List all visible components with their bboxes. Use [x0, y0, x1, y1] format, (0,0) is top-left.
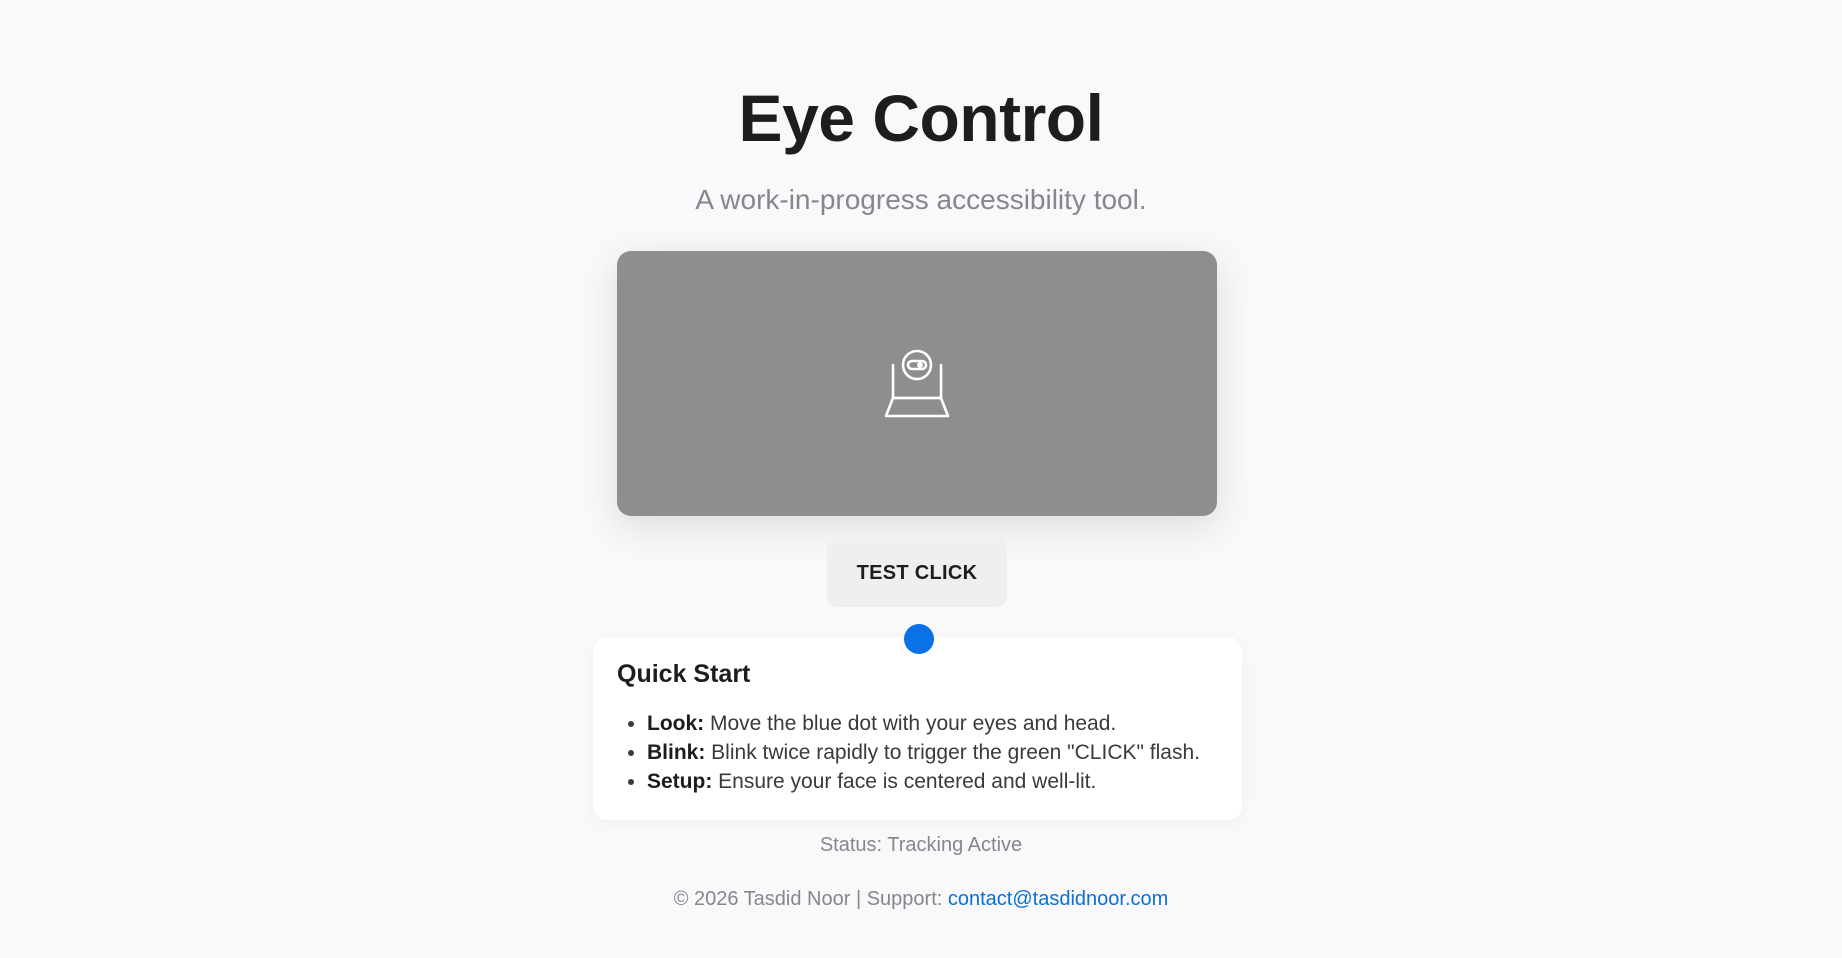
- list-item-term: Blink:: [647, 741, 706, 764]
- test-click-button[interactable]: TEST CLICK: [827, 539, 1007, 607]
- footer: © 2026 Tasdid Noor | Support: contact@ta…: [0, 885, 1842, 913]
- gaze-cursor-dot: [904, 624, 934, 654]
- list-item: Setup: Ensure your face is centered and …: [647, 767, 1200, 796]
- list-item-text: Ensure your face is centered and well-li…: [712, 770, 1097, 793]
- quick-start-card: Quick Start Look: Move the blue dot with…: [593, 637, 1242, 820]
- support-email-link[interactable]: contact@tasdidnoor.com: [948, 888, 1168, 910]
- status-text: Status: Tracking Active: [819, 834, 1023, 856]
- list-item-term: Setup:: [647, 770, 713, 793]
- list-item-text: Move the blue dot with your eyes and hea…: [704, 712, 1117, 735]
- page: Eye Control A work-in-progress accessibi…: [0, 0, 1842, 958]
- page-title: Eye Control: [738, 81, 1104, 155]
- list-item: Blink: Blink twice rapidly to trigger th…: [647, 738, 1200, 767]
- list-item: Look: Move the blue dot with your eyes a…: [647, 709, 1200, 738]
- quick-start-list: Look: Move the blue dot with your eyes a…: [617, 709, 1200, 796]
- quick-start-title: Quick Start: [617, 660, 751, 688]
- webcam-icon: [884, 349, 950, 418]
- page-subtitle: A work-in-progress accessibility tool.: [695, 184, 1147, 215]
- list-item-term: Look:: [647, 712, 705, 735]
- list-item-text: Blink twice rapidly to trigger the green…: [705, 741, 1200, 764]
- footer-copyright: © 2026 Tasdid Noor | Support:: [673, 888, 948, 910]
